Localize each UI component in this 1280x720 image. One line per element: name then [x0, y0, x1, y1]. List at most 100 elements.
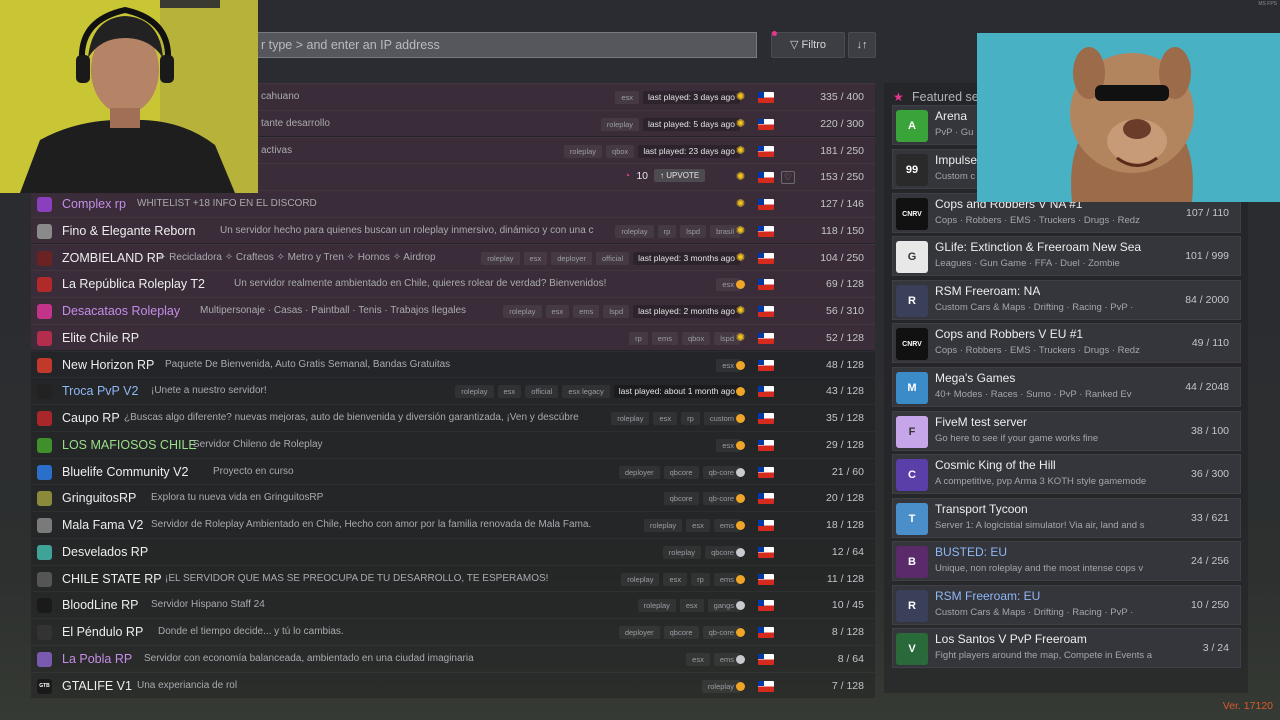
tag-badge[interactable]: lspd — [603, 305, 630, 318]
tag-badge[interactable]: roleplay — [600, 117, 640, 131]
server-row[interactable]: Desvelados RP roleplay qbcore 12 / 64 — [31, 537, 875, 565]
favorite-heart-icon[interactable]: ♡ — [781, 171, 795, 185]
server-row[interactable]: CHILE STATE RP ¡EL SERVIDOR QUE MAS SE PR… — [31, 564, 875, 592]
tag-badge[interactable]: ems — [573, 305, 600, 318]
tag-badge[interactable]: roleplay — [621, 572, 660, 586]
tag-badge[interactable]: esx — [615, 91, 640, 104]
tag-badge[interactable]: lspd — [680, 224, 707, 238]
nighttime-moon-icon — [736, 628, 745, 637]
tag-badge[interactable]: roleplay — [637, 599, 676, 613]
server-logo-icon — [37, 625, 52, 640]
featured-server-subtitle: Custom Cars & Maps · Drifting · Racing ·… — [935, 302, 1134, 313]
tag-badge[interactable]: rp — [629, 331, 648, 345]
server-row[interactable]: Caupo RP ¿Buscas algo diferente? nuevas m… — [31, 404, 875, 431]
boost-icon: ◔ — [624, 169, 631, 182]
featured-server-card[interactable]: F FiveM test server Go here to see if your… — [892, 411, 1241, 451]
server-row[interactable]: BloodLine RP Servidor Hispano Staff 24 rol… — [31, 591, 875, 618]
search-input[interactable]: r type > and enter an IP address — [238, 32, 757, 58]
tag-badge[interactable]: roleplay — [701, 679, 740, 693]
tag-badge[interactable]: deployer — [551, 251, 592, 265]
featured-server-card[interactable]: V Los Santos V PvP Freeroam Fight players … — [892, 628, 1241, 668]
tag-badge[interactable]: qb-core — [702, 465, 740, 479]
server-description: Servidor de Roleplay Ambientado en Chile… — [151, 519, 592, 530]
server-logo-icon — [37, 437, 52, 453]
server-row[interactable]: Elite Chile RP rp ems qbox lspd ✺ 52 / 128 — [31, 323, 875, 351]
tag-badge[interactable]: qbcore — [705, 545, 740, 559]
tag-badge[interactable]: qb-core — [702, 492, 740, 506]
server-row[interactable]: LOS MAFIOSOS CHILE Servidor Chileno de Ro… — [31, 430, 875, 458]
featured-player-count: 36 / 300 — [1191, 468, 1229, 480]
player-count: 52 / 128 — [826, 331, 864, 344]
server-row[interactable]: Bluelife Community V2 Proyecto en curso de… — [31, 457, 875, 485]
tag-badge[interactable]: esx — [686, 652, 710, 666]
nighttime-moon-icon — [736, 494, 745, 504]
tag-badge[interactable]: roleplay — [615, 224, 654, 238]
server-row[interactable]: Mala Fama V2 Servidor de Roleplay Ambient… — [31, 511, 875, 538]
tag-badge[interactable]: roleplay — [481, 251, 520, 265]
tag-badge[interactable]: qbox — [606, 144, 635, 158]
tag-badge[interactable]: esx — [686, 519, 710, 532]
featured-server-card[interactable]: R RSM Freeroam: EU Custom Cars & Maps · Dr… — [892, 585, 1241, 625]
tag-badge[interactable]: esx — [679, 599, 704, 613]
featured-server-card[interactable]: B BUSTED: EU Unique, non roleplay and the … — [892, 541, 1241, 581]
tag-badge[interactable]: roleplay — [611, 412, 650, 425]
filter-button[interactable]: ▽ Filtro — [771, 31, 845, 58]
upvote-button[interactable]: ↑ UPVOTE — [654, 169, 706, 183]
featured-server-card[interactable]: T Transport Tycoon Server 1: A logicistial… — [892, 498, 1241, 538]
tag-badge[interactable]: rp — [691, 572, 710, 586]
tag-badge[interactable]: roleplay — [455, 385, 494, 399]
star-icon: ★ — [893, 90, 904, 104]
featured-server-card[interactable]: R RSM Freeroam: NA Custom Cars & Maps · Dr… — [892, 280, 1241, 320]
tag-badge[interactable]: rp — [657, 224, 677, 238]
featured-server-card[interactable]: CNRV Cops and Robbers V EU #1 Cops · Robbe… — [892, 323, 1241, 363]
tag-badge[interactable]: deployer — [618, 465, 660, 479]
featured-server-card[interactable]: C Cosmic King of the Hill A competitive, p… — [892, 454, 1241, 494]
featured-server-title: Cosmic King of the Hill — [935, 458, 1056, 472]
tag-badge[interactable]: qbcore — [663, 492, 699, 506]
tag-badge[interactable]: roleplay — [563, 144, 603, 158]
featured-server-card[interactable]: M Mega's Games 40+ Modes · Races · Sumo · … — [892, 367, 1241, 407]
sort-button[interactable]: ↓↑ — [848, 32, 876, 58]
tag-badge[interactable]: roleplay — [503, 305, 542, 318]
tag-badge[interactable]: deployer — [618, 626, 660, 639]
tag-badge[interactable]: qbcore — [663, 626, 699, 639]
server-row[interactable]: GringuitosRP Explora tu nueva vida en Gri… — [31, 484, 875, 511]
server-row[interactable]: GTB GTALIFE V1 Una experiancia de rol rolep… — [31, 671, 875, 699]
server-name: ZOMBIELAND RP — [62, 250, 165, 265]
tag-badge[interactable]: esx — [523, 251, 548, 265]
server-row[interactable]: Troca PvP V2 ¡Unete a nuestro servidor! ro… — [31, 377, 875, 404]
server-description: Un servidor realmente ambientado en Chil… — [234, 278, 607, 290]
player-count: 104 / 250 — [820, 251, 864, 264]
chile-flag-icon — [758, 92, 774, 103]
featured-server-logo-icon: B — [896, 546, 928, 578]
tag-badge[interactable]: qbox — [681, 331, 711, 345]
tag-badge[interactable]: esx legacy — [562, 385, 610, 399]
tag-badge[interactable]: roleplay — [662, 545, 702, 559]
tag-badge[interactable]: roleplay — [643, 519, 683, 532]
tag-badge[interactable]: official — [596, 251, 630, 265]
tag-badge[interactable]: qbcore — [663, 465, 699, 479]
server-row[interactable]: Complex rp WHITELIST +18 INFO EN EL DISCO… — [31, 190, 875, 217]
daytime-sun-icon: ✺ — [735, 305, 746, 317]
featured-server-logo-icon: G — [896, 241, 928, 273]
server-row[interactable]: La Pobla RP Servidor con economía balance… — [31, 644, 875, 672]
tag-badge[interactable]: official — [525, 385, 559, 399]
server-row[interactable]: New Horizon RP Paquete De Bienvenida, Aut… — [31, 350, 875, 378]
server-row[interactable]: Desacataos Roleplay Multipersonaje · Casa… — [31, 297, 875, 324]
tag-badge[interactable]: custom — [703, 412, 740, 425]
server-row[interactable]: El Péndulo RP Donde el tiempo decide... y… — [31, 618, 875, 645]
featured-server-card[interactable]: G GLife: Extinction & Freeroam New Sea Lea… — [892, 236, 1241, 276]
nighttime-moon-icon — [736, 467, 745, 477]
tag-badge[interactable]: esx — [663, 572, 688, 586]
tag-badge[interactable]: esx — [545, 305, 570, 318]
player-count: 220 / 300 — [820, 117, 864, 130]
tag-badge[interactable]: rp — [681, 412, 700, 425]
tag-badge[interactable]: qb-core — [702, 626, 740, 639]
server-row[interactable]: ZOMBIELAND RP ✧ Recicladora ✧ Crafteos ✧ … — [31, 243, 875, 271]
tag-badge[interactable]: ems — [651, 331, 678, 345]
server-row[interactable]: Fino & Elegante Reborn Un servidor hecho … — [31, 216, 875, 244]
server-row[interactable]: La República Roleplay T2 Un servidor real… — [31, 270, 875, 297]
tag-badge[interactable]: esx — [497, 385, 522, 399]
tag-badge[interactable]: esx — [653, 412, 678, 425]
daytime-sun-icon: ✺ — [735, 144, 746, 157]
